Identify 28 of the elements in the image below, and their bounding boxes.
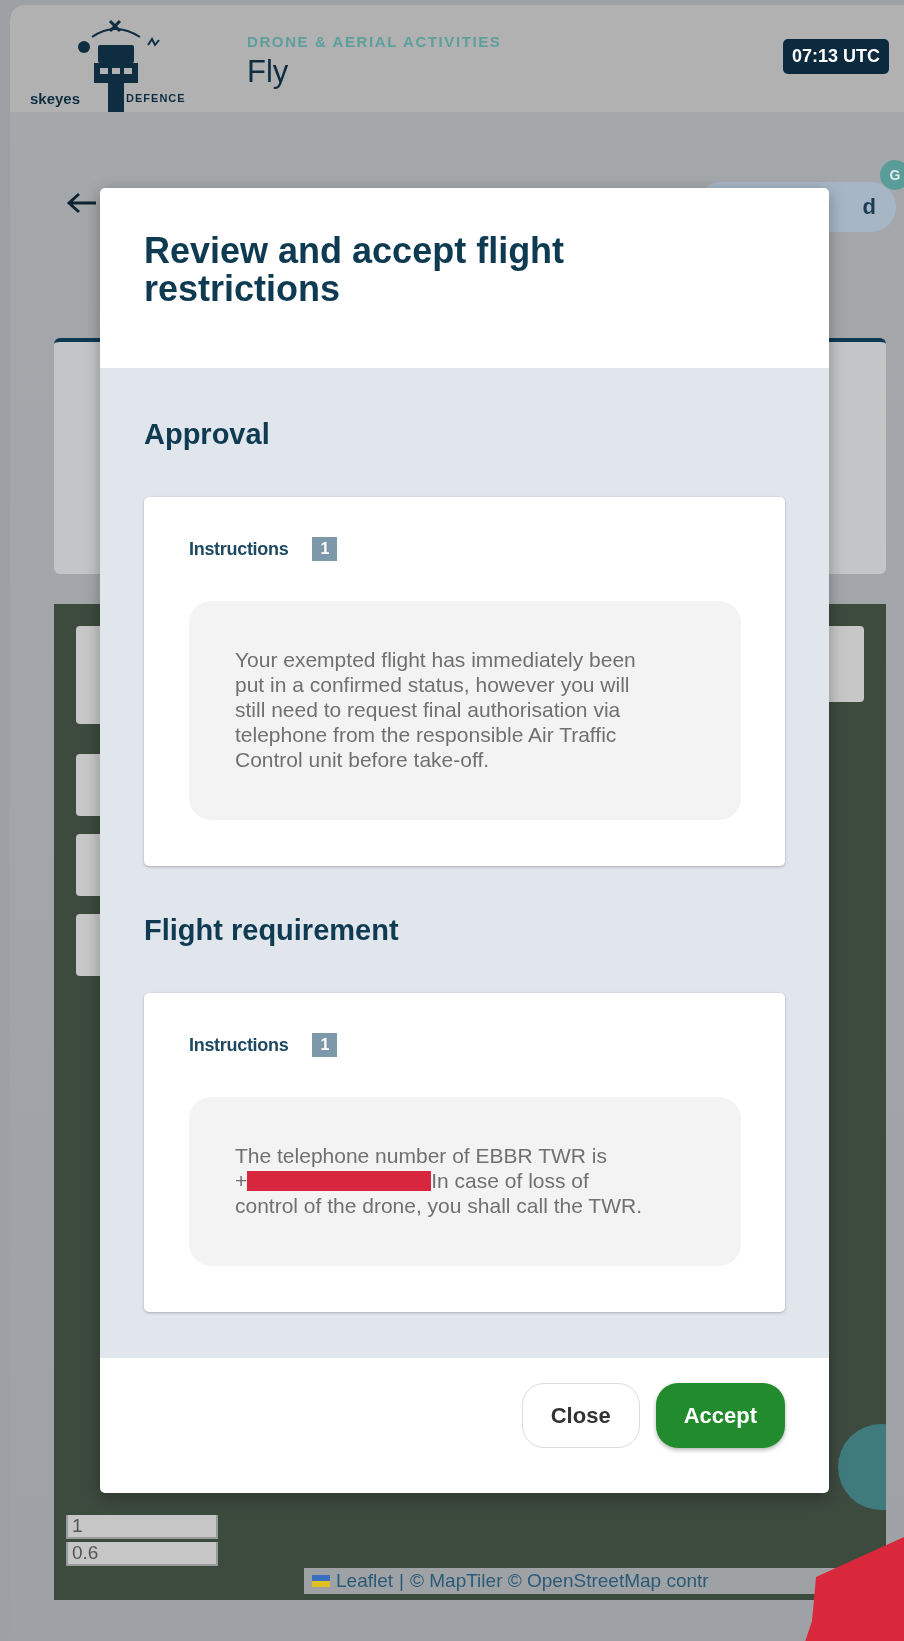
logo-text: skeyes	[30, 89, 81, 107]
section-heading: Approval	[144, 418, 271, 451]
instruction-text: The telephone number of EBBR TWR is	[235, 1144, 607, 1167]
instruction-text: Your exempted flight has immediately been put in a confirmed status, however you will still need to request final authorisation via telephone from the responsible Air Traffic Control unit before take-off.	[235, 648, 636, 771]
instructions-label: Instructions	[189, 1034, 289, 1056]
separator-text: |	[399, 1570, 404, 1592]
back-arrow-icon	[66, 192, 98, 214]
leaflet-link[interactable]: Leaflet	[336, 1570, 394, 1592]
instruction-text: control of the drone, you shall call the TWR.	[235, 1194, 642, 1217]
dialog-title: Review and accept flight restrictions	[143, 229, 566, 311]
map-scale-label: 0.6	[66, 1542, 218, 1566]
utc-time-badge: 07:13 UTC	[782, 39, 889, 74]
count-badge: 1	[312, 537, 338, 561]
count-badge: 1	[312, 1033, 338, 1057]
attribution-text: © MapTiler © OpenStreetMap contr	[410, 1570, 709, 1592]
instruction-text: +	[235, 1168, 248, 1193]
section-heading: Flight requirement	[144, 914, 400, 947]
partner-logo-text: DEFENCE	[126, 92, 186, 104]
map-scale-label: 1	[66, 1515, 218, 1539]
instruction-text: In case of loss of	[431, 1168, 589, 1193]
flag-icon	[312, 1575, 330, 1587]
status-pill-text: d	[862, 194, 876, 220]
accept-button[interactable]: Accept	[655, 1383, 785, 1448]
app-subtitle: DRONE & AERIAL ACTIVITIES	[247, 33, 502, 50]
notification-badge: G	[880, 160, 904, 190]
instructions-label: Instructions	[189, 538, 289, 560]
close-button[interactable]: Close	[521, 1383, 640, 1448]
page-title: Fly	[247, 54, 290, 90]
